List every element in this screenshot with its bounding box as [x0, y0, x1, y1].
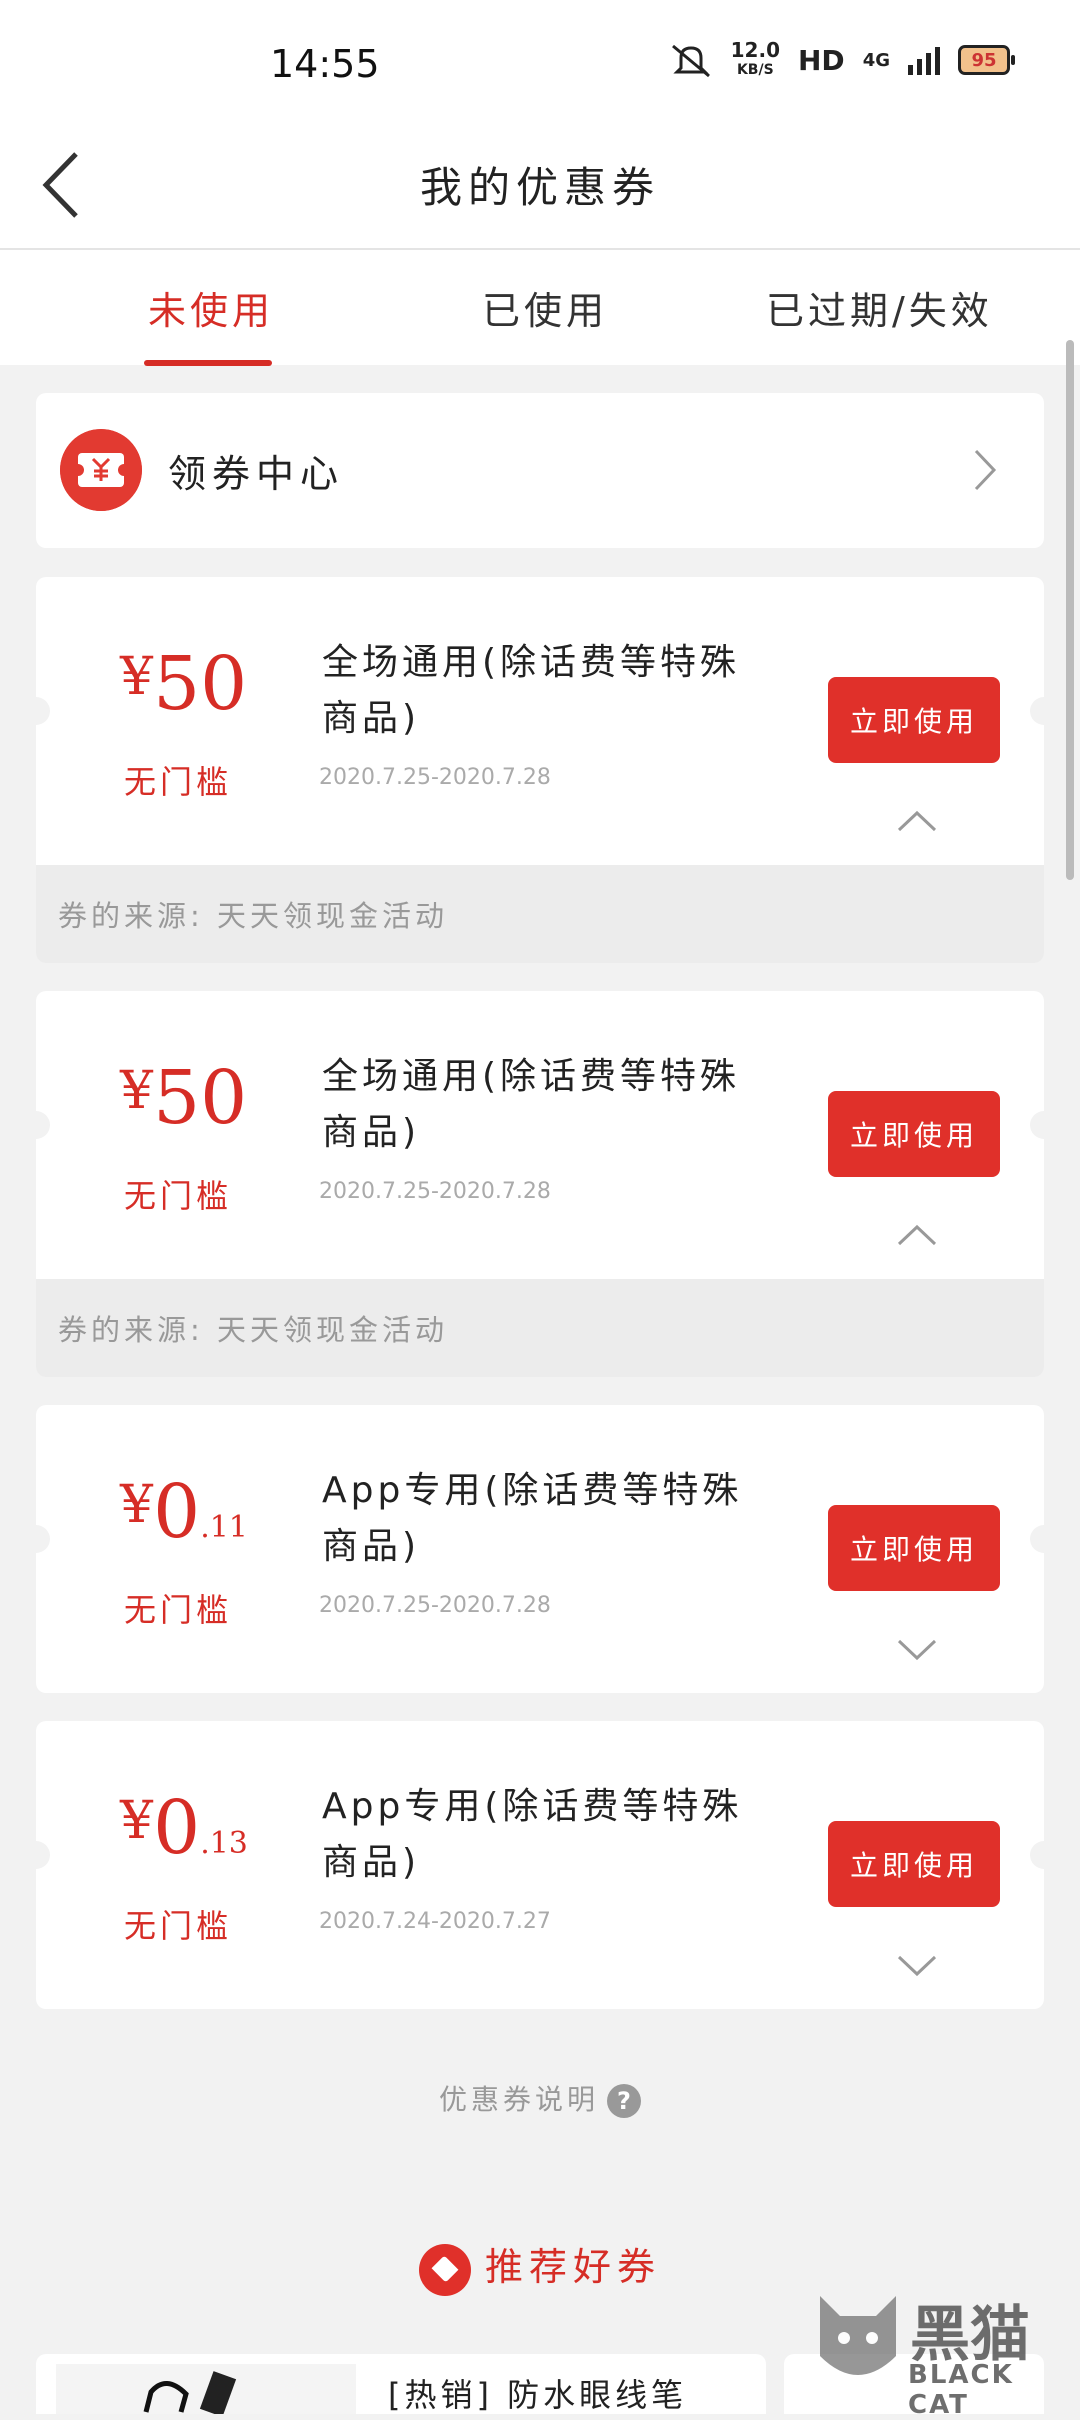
- eyeliner-pen-icon: [143, 2371, 237, 2417]
- coupon-source-panel: 券的来源: 天天领现金活动: [36, 865, 1044, 963]
- cat-logo-icon: [820, 2296, 896, 2375]
- use-now-button[interactable]: 立即使用: [828, 1821, 1000, 1907]
- status-bar: 14:55 12.0 KB/S HD 4G 95: [0, 0, 1080, 120]
- mute-bell-icon: [671, 44, 710, 78]
- tab-bar: 未使用 已使用 已过期/失效: [0, 250, 1080, 366]
- tab-unused[interactable]: 未使用: [148, 280, 274, 335]
- chevron-up-icon[interactable]: [896, 809, 938, 833]
- coupon-validity-date: 2020.7.25-2020.7.28: [319, 1179, 551, 1204]
- hd-indicator: HD: [798, 43, 845, 77]
- coupon-amount: ¥50: [120, 647, 247, 721]
- chevron-down-icon[interactable]: [896, 1637, 938, 1661]
- watermark-en: BLACK CAT: [908, 2360, 1014, 2420]
- coupon-validity-date: 2020.7.25-2020.7.28: [319, 765, 551, 790]
- coupon-threshold: 无门槛: [124, 1591, 233, 1629]
- card-notch: [1030, 1525, 1044, 1553]
- scrollbar[interactable]: [1066, 340, 1074, 880]
- coupon-amount: ¥0.13: [120, 1791, 248, 1865]
- coupon-amount: ¥0.11: [120, 1475, 248, 1549]
- coupon-card: ¥0.11 无门槛 App专用(除话费等特殊商品) 2020.7.25-2020…: [36, 1405, 1044, 1693]
- status-icons: 12.0 KB/S HD 4G 95: [669, 40, 1015, 80]
- coupon-ticket-icon: [60, 429, 142, 511]
- coupon-title: 全场通用(除话费等特殊商品): [322, 642, 741, 739]
- card-notch: [1030, 697, 1044, 725]
- coupon-center-entry[interactable]: 领券中心: [36, 393, 1044, 548]
- amount-value: 0: [153, 1785, 201, 1871]
- status-time: 14:55: [270, 42, 380, 86]
- coupon-source: 券的来源: 天天领现金活动: [58, 1313, 448, 1347]
- coupon-amount: ¥50: [120, 1061, 247, 1135]
- amount-value: 50: [153, 1055, 248, 1141]
- coupon-center-label: 领券中心: [168, 452, 345, 496]
- use-now-button[interactable]: 立即使用: [828, 1091, 1000, 1177]
- use-now-button[interactable]: 立即使用: [828, 1505, 1000, 1591]
- coupon-card: ¥0.13 无门槛 App专用(除话费等特殊商品) 2020.7.24-2020…: [36, 1721, 1044, 2009]
- amount-value: 50: [153, 641, 248, 727]
- coupon-threshold: 无门槛: [124, 763, 233, 801]
- page-header: 我的优惠券: [0, 120, 1080, 250]
- tab-used[interactable]: 已使用: [482, 280, 608, 335]
- chevron-up-icon[interactable]: [896, 1223, 938, 1247]
- network-type: 4G: [862, 49, 890, 71]
- speed-unit: KB/S: [736, 62, 774, 78]
- network-speed: 12.0 KB/S: [731, 40, 780, 80]
- coupon-instructions-link[interactable]: 优惠券说明?: [0, 2078, 1080, 2118]
- coupon-card: ¥50 无门槛 全场通用(除话费等特殊商品) 2020.7.25-2020.7.…: [36, 991, 1044, 1377]
- coupon-instructions-label: 优惠券说明: [438, 2083, 599, 2116]
- coupon-title: App专用(除话费等特殊商品): [322, 1786, 743, 1883]
- recommended-product-card[interactable]: [热销] 防水眼线笔: [36, 2354, 766, 2417]
- active-tab-indicator: [144, 360, 272, 366]
- help-icon: ?: [607, 2084, 641, 2118]
- currency-symbol: ¥: [120, 1791, 154, 1851]
- amount-decimal: .11: [200, 1510, 248, 1545]
- diamond-icon: [418, 2243, 471, 2296]
- chevron-down-icon[interactable]: [896, 1953, 938, 1977]
- card-notch: [36, 1111, 50, 1139]
- coupon-threshold: 无门槛: [124, 1177, 233, 1215]
- currency-symbol: ¥: [120, 647, 154, 707]
- card-notch: [36, 697, 50, 725]
- page-title: 我的优惠券: [419, 163, 660, 212]
- speed-value: 12.0: [730, 38, 780, 62]
- recommend-title: 推荐好券: [484, 2245, 661, 2289]
- signal-icon: [908, 47, 940, 75]
- coupon-source-panel: 券的来源: 天天领现金活动: [36, 1279, 1044, 1377]
- coupon-validity-date: 2020.7.25-2020.7.28: [319, 1593, 551, 1618]
- watermark: 黑猫 BLACK CAT: [810, 2286, 1062, 2420]
- coupon-title: 全场通用(除话费等特殊商品): [322, 1056, 741, 1153]
- chevron-right-icon: [974, 449, 997, 491]
- product-title: [热销] 防水眼线笔: [388, 2376, 688, 2414]
- currency-symbol: ¥: [120, 1475, 154, 1535]
- coupon-source: 券的来源: 天天领现金活动: [58, 899, 448, 933]
- product-image: [56, 2364, 356, 2417]
- battery-icon: 95: [958, 45, 1015, 75]
- card-notch: [1030, 1111, 1044, 1139]
- coupon-threshold: 无门槛: [124, 1907, 233, 1945]
- currency-symbol: ¥: [120, 1061, 154, 1121]
- use-now-button[interactable]: 立即使用: [828, 677, 1000, 763]
- card-notch: [36, 1525, 50, 1553]
- card-notch: [1030, 1841, 1044, 1869]
- coupon-card: ¥50 无门槛 全场通用(除话费等特殊商品) 2020.7.25-2020.7.…: [36, 577, 1044, 963]
- amount-decimal: .13: [200, 1826, 248, 1861]
- card-notch: [36, 1841, 50, 1869]
- amount-value: 0: [153, 1469, 201, 1555]
- coupon-title: App专用(除话费等特殊商品): [322, 1470, 743, 1567]
- tab-expired[interactable]: 已过期/失效: [766, 280, 993, 335]
- coupon-validity-date: 2020.7.24-2020.7.27: [319, 1909, 551, 1934]
